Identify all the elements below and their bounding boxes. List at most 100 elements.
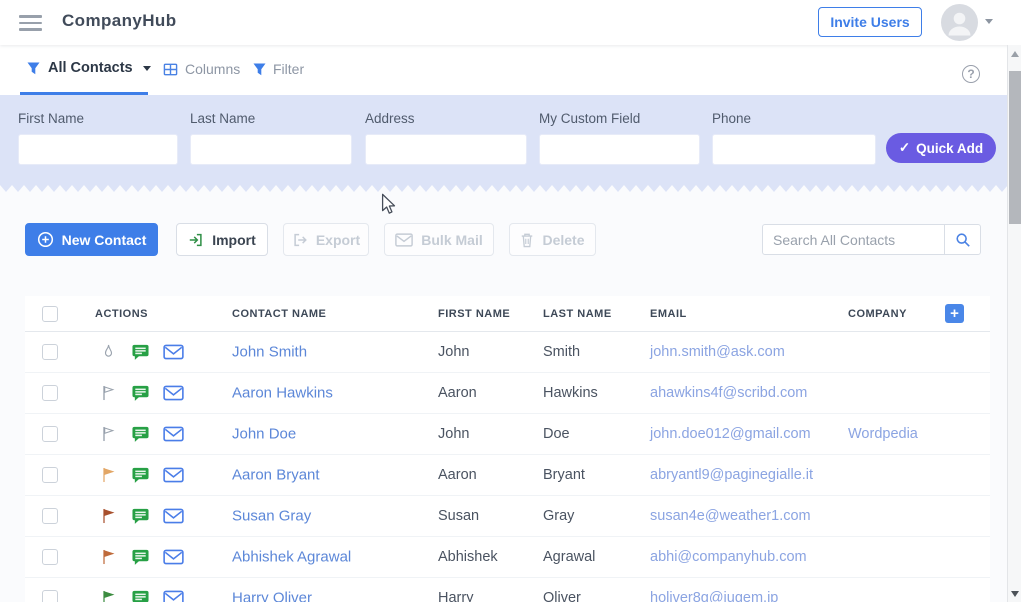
chat-icon[interactable] (131, 590, 150, 602)
mail-icon[interactable] (163, 591, 184, 602)
row-checkbox[interactable] (42, 590, 58, 602)
flag-icon[interactable] (101, 426, 116, 443)
first-name-cell: John (438, 344, 469, 360)
quick-add-field-input[interactable] (365, 134, 527, 165)
flag-icon[interactable] (101, 385, 116, 402)
contact-name-link[interactable]: John Smith (232, 344, 307, 361)
contact-name-link[interactable]: Aaron Bryant (232, 467, 320, 484)
contact-row: John Smith John Smith john.smith@ask.com (25, 332, 990, 373)
email-link[interactable]: holiver8g@jugem.jp (650, 590, 778, 602)
search-button[interactable] (944, 225, 980, 254)
email-link[interactable]: abryantl9@paginegialle.it (650, 467, 813, 483)
first-name-cell: Abhishek (438, 549, 498, 565)
mail-icon[interactable] (163, 509, 184, 524)
invite-users-button[interactable]: Invite Users (818, 7, 922, 37)
quick-add-field-input[interactable] (712, 134, 876, 165)
quick-add-field-input[interactable] (18, 134, 178, 165)
flag-icon[interactable] (101, 549, 116, 566)
email-link[interactable]: john.smith@ask.com (650, 344, 785, 360)
first-name-cell: Susan (438, 508, 479, 524)
help-icon[interactable]: ? (962, 65, 980, 83)
import-label: Import (212, 232, 256, 248)
email-link[interactable]: ahawkins4f@scribd.com (650, 385, 807, 401)
tab-caret-icon (143, 66, 151, 71)
company-cell[interactable]: Wordpedia (848, 426, 918, 442)
header-email: EMAIL (650, 308, 687, 320)
mail-icon[interactable] (163, 386, 184, 401)
contact-name-link[interactable]: Abhishek Agrawal (232, 549, 351, 566)
last-name-cell: Doe (543, 426, 570, 442)
email-link[interactable]: john.doe012@gmail.com (650, 426, 811, 442)
chat-icon[interactable] (131, 549, 150, 566)
scrollbar-down-arrow-icon[interactable] (1011, 591, 1019, 597)
flag-icon[interactable] (101, 508, 116, 525)
email-link[interactable]: abhi@companyhub.com (650, 549, 807, 565)
avatar-dropdown-caret-icon[interactable] (985, 19, 993, 24)
search-box (762, 224, 981, 255)
header-actions: ACTIONS (95, 308, 148, 320)
row-checkbox[interactable] (42, 508, 58, 524)
columns-button[interactable]: Columns (163, 61, 240, 77)
mail-icon[interactable] (163, 468, 184, 483)
first-name-cell: John (438, 426, 469, 442)
contact-row: Abhishek Agrawal Abhishek Agrawal abhi@c… (25, 537, 990, 578)
chat-icon[interactable] (131, 344, 150, 361)
quick-add-field-label: First Name (18, 111, 84, 126)
chat-icon[interactable] (131, 467, 150, 484)
export-icon (292, 232, 308, 248)
import-button[interactable]: Import (176, 223, 268, 256)
export-button[interactable]: Export (283, 223, 369, 256)
contact-row: Susan Gray Susan Gray susan4e@weather1.c… (25, 496, 990, 537)
user-avatar[interactable] (941, 4, 978, 41)
select-all-checkbox[interactable] (42, 306, 58, 322)
contacts-table: ACTIONS CONTACT NAME FIRST NAME LAST NAM… (25, 296, 990, 602)
import-icon (188, 232, 204, 248)
bulk-mail-button[interactable]: Bulk Mail (384, 223, 494, 256)
email-link[interactable]: susan4e@weather1.com (650, 508, 811, 524)
row-checkbox[interactable] (42, 467, 58, 483)
mail-icon[interactable] (163, 550, 184, 565)
row-checkbox[interactable] (42, 426, 58, 442)
mail-icon[interactable] (163, 345, 184, 360)
check-icon: ✓ (899, 140, 910, 156)
contact-name-link[interactable]: John Doe (232, 426, 296, 443)
contacts-table-header: ACTIONS CONTACT NAME FIRST NAME LAST NAM… (25, 296, 990, 332)
chat-icon[interactable] (131, 385, 150, 402)
mail-icon[interactable] (163, 427, 184, 442)
row-checkbox[interactable] (42, 549, 58, 565)
filter-funnel-icon (253, 63, 266, 76)
search-input[interactable] (763, 225, 944, 254)
contact-name-link[interactable]: Harry Oliver (232, 590, 312, 602)
row-checkbox[interactable] (42, 385, 58, 401)
contact-row: John Doe John Doe john.doe012@gmail.com … (25, 414, 990, 455)
first-name-cell: Aaron (438, 467, 477, 483)
header-company: COMPANY (848, 308, 907, 320)
export-label: Export (316, 232, 360, 248)
add-column-button[interactable]: + (945, 304, 964, 323)
quick-add-field-input[interactable] (539, 134, 700, 165)
flame-icon[interactable] (101, 344, 116, 361)
row-checkbox[interactable] (42, 344, 58, 360)
contact-name-link[interactable]: Aaron Hawkins (232, 385, 333, 402)
header-last-name: LAST NAME (543, 308, 612, 320)
delete-button[interactable]: Delete (509, 223, 596, 256)
flag-icon[interactable] (101, 467, 116, 484)
header-contact-name: CONTACT NAME (232, 308, 326, 320)
flag-icon[interactable] (101, 590, 116, 602)
quick-add-button[interactable]: ✓ Quick Add (886, 133, 996, 163)
quick-add-field-input[interactable] (190, 134, 352, 165)
contacts-rows: John Smith John Smith john.smith@ask.com… (25, 332, 990, 602)
scrollbar-up-arrow-icon[interactable] (1011, 51, 1019, 57)
tab-bar: All Contacts Columns Filter (0, 45, 1007, 95)
filter-button[interactable]: Filter (253, 61, 304, 77)
contact-name-link[interactable]: Susan Gray (232, 508, 311, 525)
first-name-cell: Aaron (438, 385, 477, 401)
panel-zigzag-edge (0, 185, 1007, 193)
tab-all-contacts[interactable]: All Contacts (27, 60, 151, 76)
hamburger-menu-icon[interactable] (19, 15, 42, 35)
new-contact-button[interactable]: New Contact (25, 223, 158, 256)
scrollbar-thumb[interactable] (1009, 71, 1021, 224)
chat-icon[interactable] (131, 426, 150, 443)
app-title: CompanyHub (62, 11, 177, 31)
chat-icon[interactable] (131, 508, 150, 525)
